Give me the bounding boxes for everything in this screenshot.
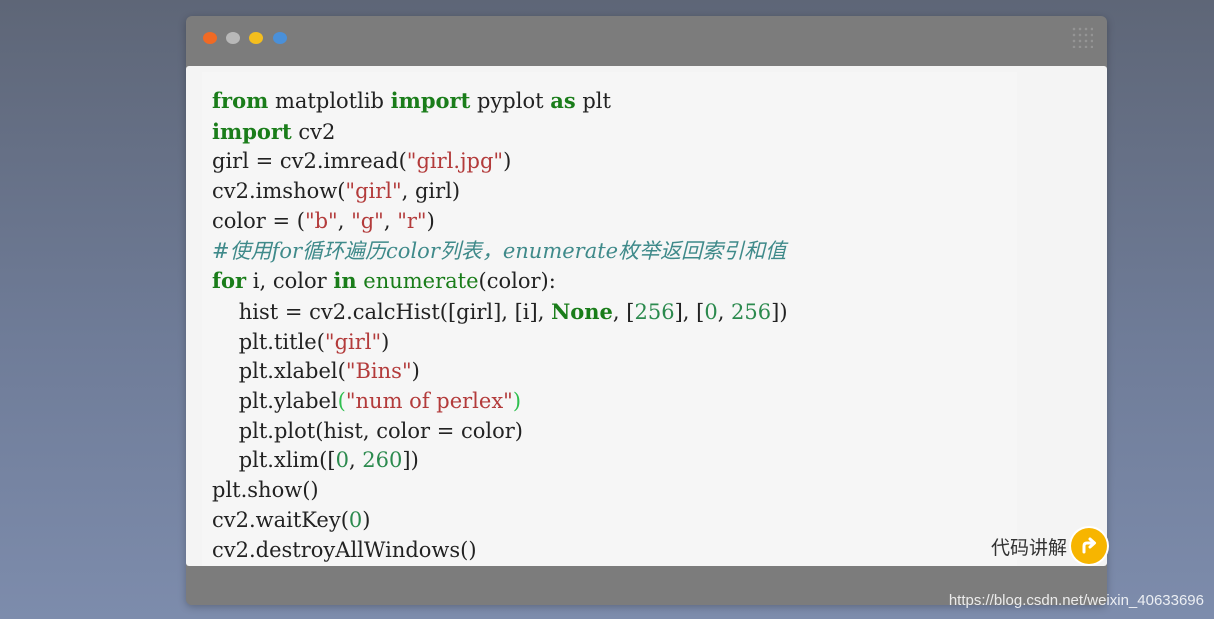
code-line: plt.show() (212, 478, 319, 503)
keyword: import (390, 88, 471, 113)
code-line: color = ("b", "g", "r") (212, 208, 435, 233)
keyword: import (212, 118, 292, 144)
paren: ) (512, 389, 522, 414)
code-line: #使用for循环遍历color列表，enumerate枚举返回索引和值 (212, 239, 786, 263)
string-literal: "girl" (345, 179, 402, 204)
string-literal: "num of perlex" (345, 389, 513, 414)
watermark-url: https://blog.csdn.net/weixin_40633696 (948, 592, 1204, 609)
window-titlebar (186, 16, 1107, 66)
keyword: as (550, 88, 576, 113)
code-line: plt.xlim([0, 260]) (212, 448, 419, 473)
extra-dot-icon[interactable] (273, 32, 287, 44)
comment: #使用for循环遍历color列表，enumerate枚举返回索引和值 (212, 238, 787, 263)
number-literal: 0 (704, 299, 718, 324)
string-literal: "b" (304, 208, 338, 233)
string-literal: "g" (351, 208, 384, 233)
code-explain-label: 代码讲解 (990, 536, 1067, 559)
code-explain-button[interactable]: 代码讲解 (991, 527, 1107, 565)
string-literal: "Bins" (345, 359, 412, 384)
code-line: hist = cv2.calcHist([girl], [i], None, [… (212, 298, 788, 324)
keyword: None (551, 298, 613, 324)
string-literal: "girl.jpg" (406, 149, 504, 174)
code-listing: from matplotlib import pyplot as plt imp… (202, 72, 1017, 565)
grip-dots-icon (1071, 26, 1093, 48)
number-literal: 0 (348, 507, 363, 532)
number-literal: 0 (335, 448, 349, 473)
minimize-dot-icon[interactable] (226, 32, 240, 44)
string-literal: "r" (397, 208, 427, 233)
number-literal: 260 (362, 448, 403, 473)
turn-right-arrow-icon[interactable] (1071, 528, 1107, 564)
code-line: girl = cv2.imread("girl.jpg") (212, 149, 512, 174)
keyword: for (212, 268, 247, 294)
close-dot-icon[interactable] (203, 32, 217, 44)
code-line: from matplotlib import pyplot as plt (212, 88, 611, 113)
code-block: from matplotlib import pyplot as plt imp… (202, 72, 1017, 566)
code-line: import cv2 (212, 118, 336, 144)
maximize-dot-icon[interactable] (249, 32, 263, 44)
code-line: plt.ylabel("num of perlex") (212, 389, 522, 414)
code-window: from matplotlib import pyplot as plt imp… (186, 16, 1107, 605)
string-literal: "girl" (324, 329, 382, 354)
code-line: plt.xlabel("Bins") (212, 359, 420, 384)
code-line: cv2.imshow("girl", girl) (212, 179, 461, 204)
number-literal: 256 (634, 299, 675, 324)
number-literal: 256 (731, 299, 772, 324)
code-line: plt.title("girl") (212, 329, 390, 354)
code-panel: from matplotlib import pyplot as plt imp… (186, 66, 1107, 566)
paren: ( (337, 389, 346, 414)
builtin: enumerate (363, 269, 479, 294)
code-line: for i, color in enumerate(color): (212, 268, 556, 294)
code-line: cv2.waitKey(0) (212, 507, 371, 532)
keyword: from (212, 88, 269, 113)
code-line: plt.plot(hist, color = color) (212, 418, 523, 443)
code-line: cv2.destroyAllWindows() (212, 537, 477, 562)
keyword: in (333, 268, 357, 294)
